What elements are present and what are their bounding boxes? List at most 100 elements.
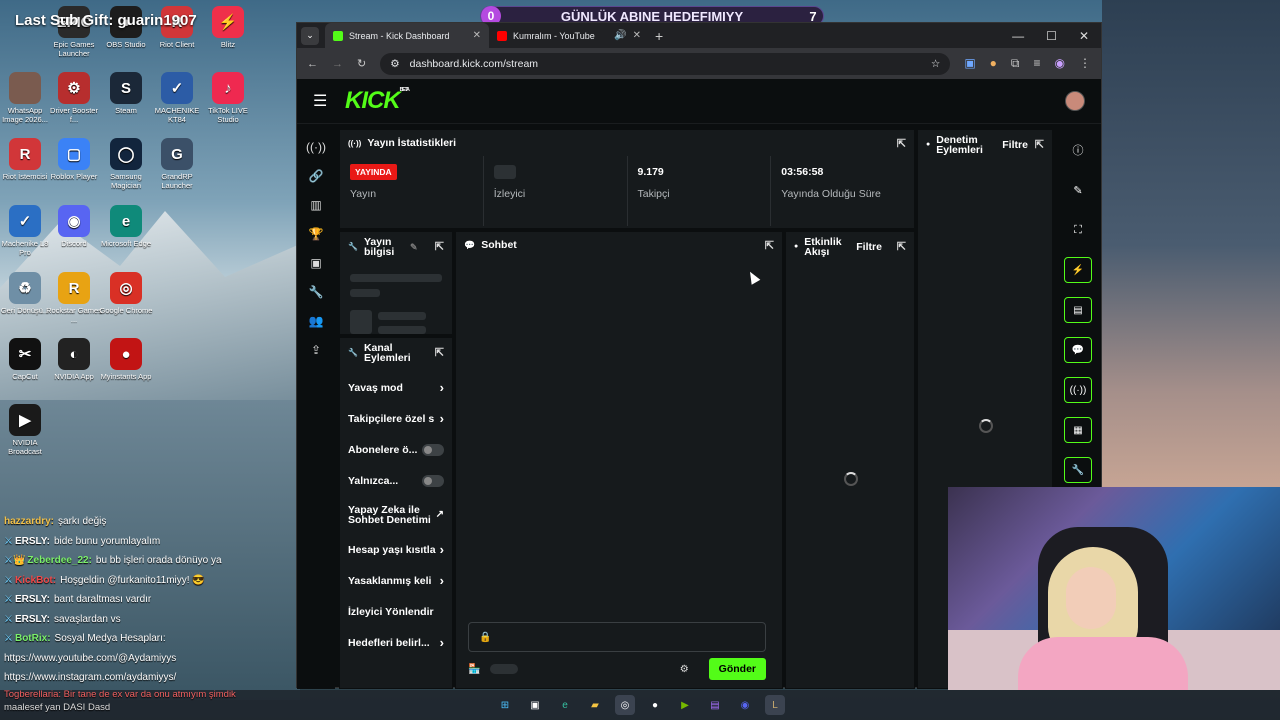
store-icon[interactable]: 🏪 — [468, 664, 480, 675]
user-avatar[interactable] — [1065, 91, 1085, 111]
desktop-icon[interactable]: ✓ MACHENIKE KT84 — [149, 72, 205, 124]
channel-action-item[interactable]: Yasaklanmış keli › — [340, 565, 452, 596]
chrome-taskbar-icon[interactable]: ◎ — [615, 695, 635, 715]
speaker-icon[interactable]: 🔊 — [614, 30, 626, 41]
maximize-icon[interactable]: ☐ — [1046, 29, 1057, 43]
wrench-icon[interactable]: 🔧 — [308, 284, 324, 300]
trophy-icon[interactable]: 🏆 — [308, 226, 324, 242]
desktop-icon[interactable]: ◐ NVIDIA App — [46, 338, 102, 381]
hamburger-menu-icon[interactable]: ☰ — [313, 91, 335, 111]
chat-icon[interactable]: 💬 — [1064, 337, 1092, 363]
app-icon: R — [58, 272, 90, 304]
channel-action-item[interactable]: Takipçilere özel s › — [340, 403, 452, 434]
channel-action-item[interactable]: Yalnızca... — [340, 465, 452, 496]
desktop-icon[interactable]: ▢ Roblox Player — [46, 138, 102, 181]
toggle-switch[interactable] — [422, 443, 444, 456]
edge-taskbar-icon[interactable]: e — [555, 695, 575, 715]
channel-action-item[interactable]: Yapay Zeka ile Sohbet Denetimi ↗ — [340, 496, 452, 534]
menu-kebab-icon[interactable]: ⋮ — [1079, 56, 1091, 71]
profile-avatar-icon[interactable]: ◉ — [1055, 56, 1065, 71]
desktop-icon-label: Discord — [61, 239, 87, 248]
desktop-icon[interactable]: ♪ TikTok LIVE Studio — [200, 72, 256, 124]
media-queue-icon[interactable]: ≡ — [1034, 56, 1041, 71]
minimize-icon[interactable]: — — [1012, 29, 1024, 43]
file-explorer-icon[interactable]: ▰ — [585, 695, 605, 715]
tab-kick-dashboard[interactable]: Stream - Kick Dashboard ✕ — [325, 23, 489, 48]
filter-button[interactable]: Filtre — [856, 242, 882, 253]
kick-logo[interactable]: KICKBETA — [345, 87, 410, 115]
bookmark-star-icon[interactable]: ☆ — [931, 58, 940, 70]
desktop-icon-label: Epic Games Launcher — [53, 40, 95, 58]
analytics-icon[interactable]: ▥ — [308, 197, 324, 213]
popout-icon[interactable]: ⇱ — [435, 348, 444, 359]
chat-username: KickBot: — [14, 574, 57, 586]
reload-icon[interactable]: ↻ — [357, 57, 366, 70]
channel-action-item[interactable]: İzleyici Yönlendir — [340, 596, 452, 627]
desktop-icon[interactable]: R Rockstar Games ... — [46, 272, 102, 324]
site-info-icon[interactable]: ⚙ — [390, 58, 399, 70]
back-icon[interactable]: ← — [307, 58, 318, 70]
tab-search-icon[interactable]: ⌄ — [301, 26, 319, 45]
youtube-favicon-icon — [497, 30, 507, 41]
popout-icon[interactable]: ⇱ — [897, 242, 906, 253]
channel-action-item[interactable]: Hesap yaşı kısıtla › — [340, 534, 452, 565]
close-tab-icon[interactable]: ✕ — [633, 30, 641, 41]
users-icon[interactable]: 👥 — [308, 313, 324, 329]
desktop-icon[interactable]: ⚡ Blitz — [200, 6, 256, 49]
chat-footer: 🏪 ⚙ Gönder — [468, 658, 766, 680]
broadcast-icon[interactable]: ((·)) — [1064, 377, 1092, 403]
start-windows-icon[interactable]: ⊞ — [495, 695, 515, 715]
notes-icon[interactable]: ▤ — [1064, 297, 1092, 323]
discord-taskbar-icon[interactable]: ◉ — [735, 695, 755, 715]
link-icon[interactable]: 🔗 — [308, 168, 324, 184]
edit-pencil-icon[interactable]: ✎ — [410, 242, 418, 252]
desktop-icon[interactable]: ◎ Google Chrome — [98, 272, 154, 315]
channel-action-item[interactable]: Abonelere ö... — [340, 434, 452, 465]
filter-button[interactable]: Filtre — [1002, 140, 1028, 151]
browser-toolbar: ▣ ● ⧉ ≡ ◉ ⋮ — [964, 56, 1091, 71]
toggle-switch[interactable] — [422, 474, 444, 487]
tab-youtube[interactable]: Kumralım - YouTube 🔊 ✕ — [489, 23, 649, 48]
desktop-icon[interactable]: e Microsoft Edge — [98, 205, 154, 248]
layout-icon[interactable]: ▦ — [1064, 417, 1092, 443]
extensions-puzzle-icon[interactable]: ⧉ — [1011, 56, 1020, 71]
desktop-icon[interactable]: ◯ Samsung Magician — [98, 138, 154, 190]
broadcast-icon[interactable]: ((·)) — [306, 139, 326, 155]
edit-pencil-icon[interactable]: ✎ — [1065, 177, 1091, 203]
desktop-icon[interactable]: ▶ NVIDIA Broadcast — [0, 404, 53, 456]
desktop-icon[interactable]: ◉ Discord — [46, 205, 102, 248]
close-window-icon[interactable]: ✕ — [1079, 29, 1089, 43]
nvidia-broadcast-taskbar-icon[interactable]: ▶ — [675, 695, 695, 715]
close-tab-icon[interactable]: ✕ — [473, 30, 481, 41]
obs-taskbar-icon[interactable]: ● — [645, 695, 665, 715]
forward-icon[interactable]: → — [332, 58, 343, 70]
new-tab-icon[interactable]: + — [655, 28, 663, 44]
league-taskbar-icon[interactable]: L — [765, 695, 785, 715]
info-icon[interactable]: ⓘ — [1065, 137, 1091, 163]
twitch-taskbar-icon[interactable]: ▤ — [705, 695, 725, 715]
translate-icon[interactable]: ▣ — [964, 56, 975, 71]
lightning-icon[interactable]: ⚡ — [1064, 257, 1092, 283]
fullscreen-icon[interactable]: ⛶ — [1065, 217, 1091, 243]
channel-action-item[interactable]: Hedefleri belirl... › — [340, 627, 452, 658]
channel-action-item[interactable]: Yavaş mod › — [340, 372, 452, 403]
desktop-icon[interactable]: ⚙ Driver Booster f... — [46, 72, 102, 124]
popout-icon[interactable]: ⇱ — [765, 239, 774, 252]
wrench-icon[interactable]: 🔧 — [1064, 457, 1092, 483]
send-button[interactable]: Gönder — [708, 658, 766, 680]
url-input[interactable]: ⚙ dashboard.kick.com/stream ☆ — [380, 52, 951, 75]
chat-message: bant daraltması vardır — [53, 594, 152, 606]
task-view-icon[interactable]: ▣ — [525, 695, 545, 715]
desktop-icon[interactable]: S Steam — [98, 72, 154, 115]
extension-icon[interactable]: ● — [990, 56, 997, 71]
popout-icon[interactable]: ⇱ — [1035, 140, 1044, 151]
chat-settings-gear-icon[interactable]: ⚙ — [680, 664, 689, 675]
chat-message-input[interactable]: 🔒 — [468, 622, 766, 652]
video-icon[interactable]: ▣ — [308, 255, 324, 271]
desktop-icon[interactable]: G GrandRP Launcher — [149, 138, 205, 190]
stat-value: 03:56:58 — [781, 166, 824, 178]
desktop-icon[interactable]: ● Myinstants App — [98, 338, 154, 381]
popout-icon[interactable]: ⇱ — [897, 137, 906, 150]
upload-icon[interactable]: ⇪ — [308, 342, 324, 358]
popout-icon[interactable]: ⇱ — [435, 242, 444, 253]
